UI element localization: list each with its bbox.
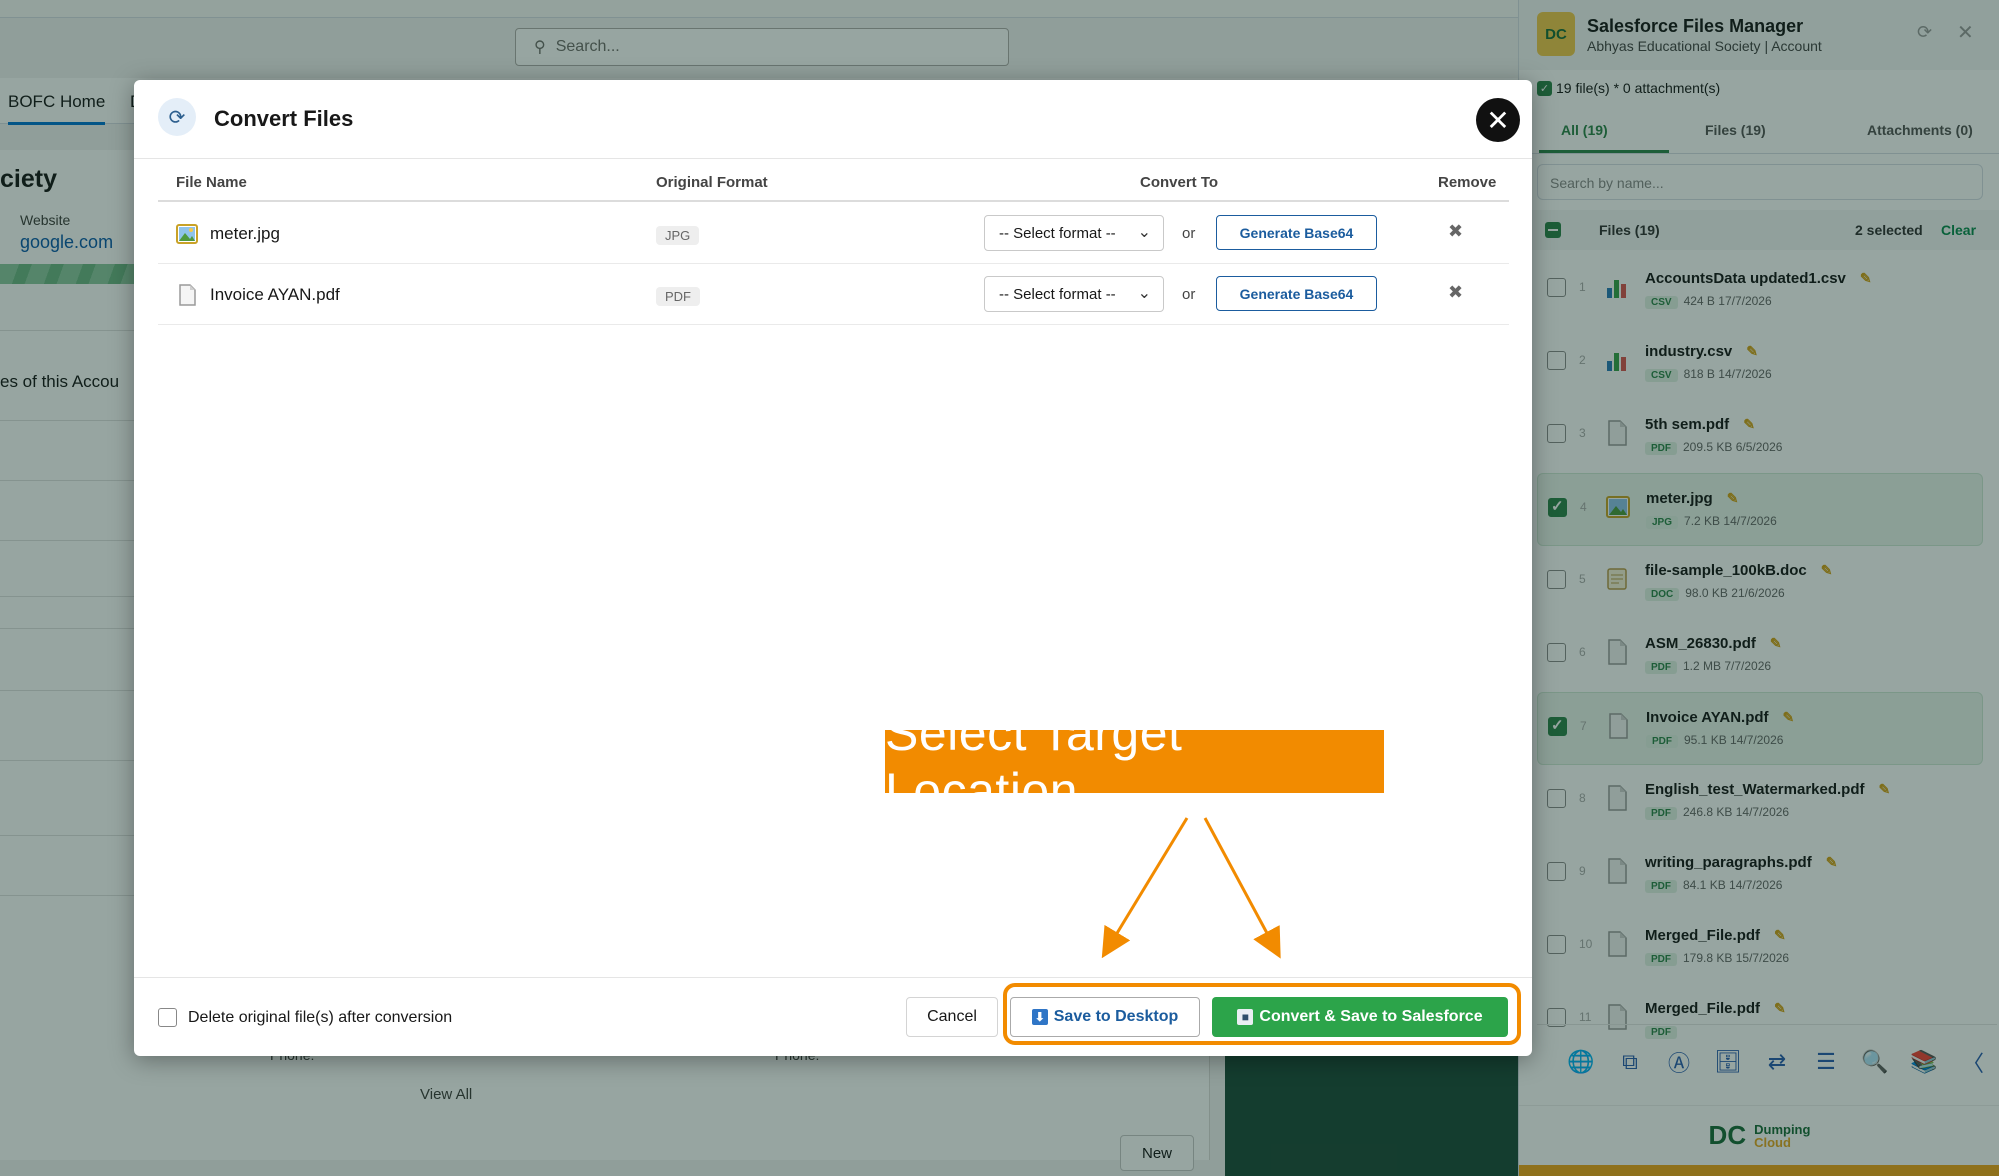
format-select-value: -- Select format -- [999, 225, 1116, 242]
delete-original-checkbox[interactable] [158, 1008, 177, 1027]
column-header-convert-to: Convert To [1140, 174, 1219, 191]
file-name: Invoice AYAN.pdf [210, 285, 340, 304]
divider [134, 977, 1532, 978]
table-row: meter.jpg JPG -- Select format -- ⌄ or G… [158, 203, 1509, 264]
format-select[interactable]: -- Select format -- ⌄ [984, 215, 1164, 251]
divider [134, 158, 1532, 159]
convert-icon: ⟳ [158, 98, 196, 136]
generate-base64-button[interactable]: Generate Base64 [1216, 276, 1377, 311]
chevron-down-icon: ⌄ [1137, 285, 1151, 302]
file-name: meter.jpg [210, 224, 280, 243]
chevron-down-icon: ⌄ [1137, 224, 1151, 241]
column-header-file-name: File Name [176, 174, 247, 191]
cancel-button[interactable]: Cancel [906, 997, 998, 1037]
remove-icon[interactable]: ✖ [1448, 221, 1463, 242]
close-icon[interactable]: ✕ [1476, 98, 1520, 142]
format-select-value: -- Select format -- [999, 286, 1116, 303]
annotation-callout: Select Target Location [885, 705, 1384, 819]
or-label: or [1182, 286, 1196, 303]
convert-files-modal: ⟳ Convert Files ✕ File Name Original For… [134, 80, 1532, 1056]
document-icon [179, 284, 196, 306]
delete-original-label: Delete original file(s) after conversion [188, 1009, 453, 1026]
table-header: File Name Original Format Convert To Rem… [158, 162, 1509, 202]
table-row: Invoice AYAN.pdf PDF -- Select format --… [158, 264, 1509, 325]
generate-base64-button[interactable]: Generate Base64 [1216, 215, 1377, 250]
remove-icon[interactable]: ✖ [1448, 282, 1463, 303]
modal-title: Convert Files [214, 106, 354, 131]
column-header-original-format: Original Format [656, 174, 768, 191]
column-header-remove: Remove [1438, 174, 1497, 191]
format-select[interactable]: -- Select format -- ⌄ [984, 276, 1164, 312]
or-label: or [1182, 225, 1196, 242]
original-format-badge: PDF [656, 287, 700, 306]
image-icon [176, 224, 198, 244]
original-format-badge: JPG [656, 226, 700, 245]
annotation-highlight [1003, 983, 1521, 1045]
